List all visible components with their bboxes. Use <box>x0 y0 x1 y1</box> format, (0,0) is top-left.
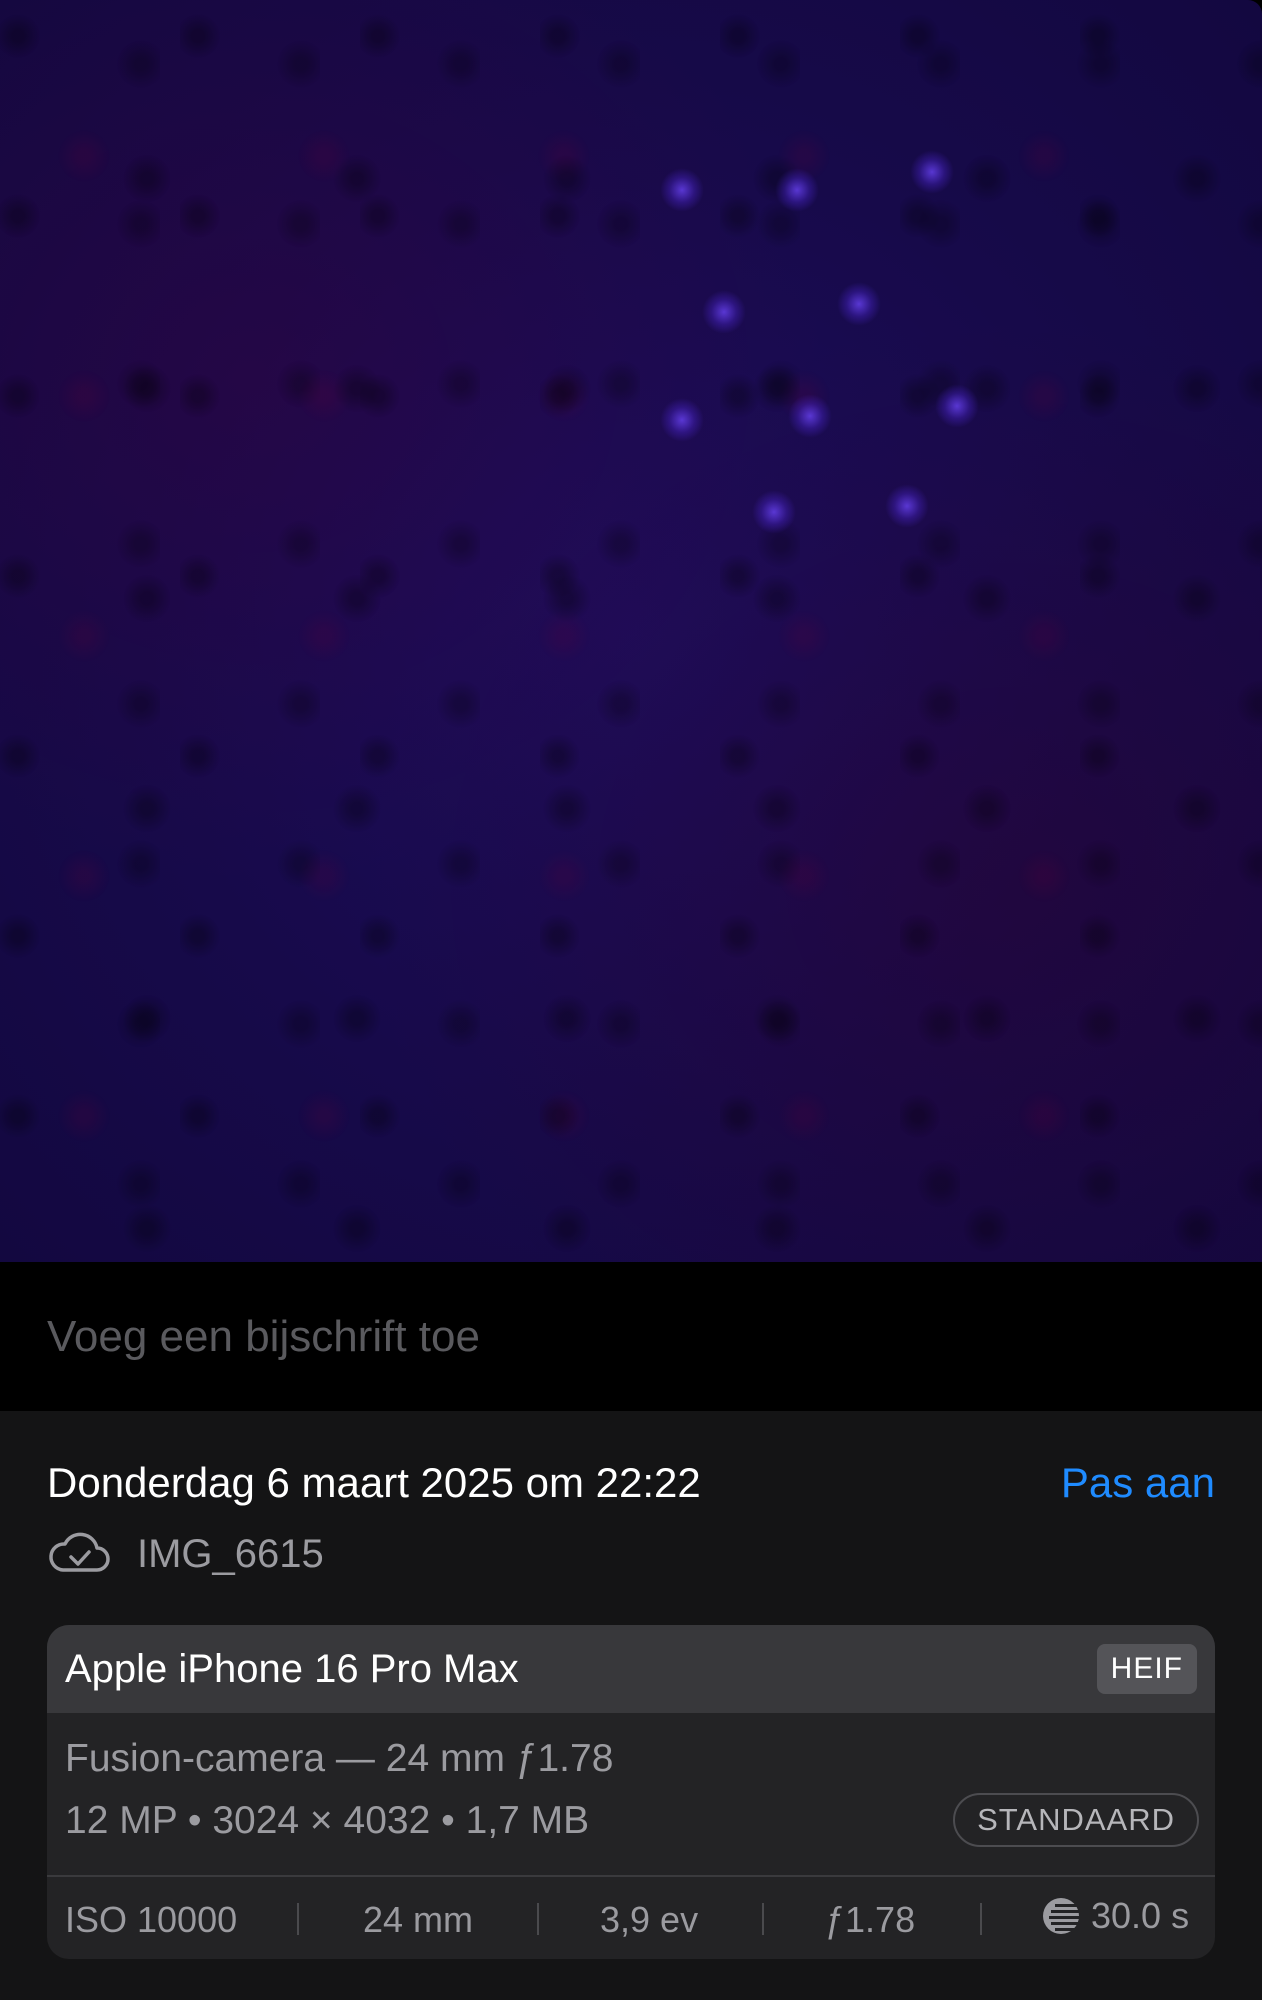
exif-focal-length: 24 mm <box>363 1899 474 1940</box>
info-panel: Donderdag 6 maart 2025 om 22:22 Pas aan … <box>0 1411 1262 2000</box>
device-name: Apple iPhone 16 Pro Max <box>65 1646 519 1691</box>
photo-texture <box>0 0 1262 1262</box>
caption-input[interactable] <box>47 1312 1217 1362</box>
file-row: IMG_6615 <box>47 1527 324 1581</box>
light-dot <box>752 490 796 534</box>
icloud-check-icon <box>49 1532 110 1572</box>
camera-info-card: Apple iPhone 16 Pro Max HEIF Fusion-came… <box>47 1625 1215 1959</box>
capture-date: Donderdag 6 maart 2025 om 22:22 <box>47 1459 701 1506</box>
light-dot <box>775 168 819 212</box>
exif-exposure-value: 3,9 ev <box>600 1899 699 1940</box>
light-dot <box>660 168 704 212</box>
exif-shutter: 30.0 s <box>1041 1895 1189 1937</box>
exif-divider <box>537 1903 539 1935</box>
photo-view[interactable] <box>0 0 1262 1262</box>
exif-divider <box>980 1903 982 1935</box>
exif-divider <box>762 1903 764 1935</box>
camera-card-details: Fusion-camera — 24 mm ƒ1.78 12 MP • 3024… <box>47 1713 1215 1877</box>
adjust-date-button[interactable]: Pas aan <box>1061 1459 1215 1507</box>
light-dot <box>660 398 704 442</box>
light-dot <box>935 384 979 428</box>
photographic-style-badge[interactable]: STANDAARD <box>953 1793 1199 1847</box>
light-dot <box>837 282 881 326</box>
exif-divider <box>297 1903 299 1935</box>
caption-area <box>0 1262 1262 1411</box>
lens-info: Fusion-camera — 24 mm ƒ1.78 <box>65 1737 614 1780</box>
exif-aperture: ƒ1.78 <box>825 1899 916 1940</box>
shutter-speed-icon <box>1043 1898 1079 1934</box>
format-badge: HEIF <box>1096 1644 1197 1694</box>
light-dot <box>910 150 954 194</box>
light-dot <box>885 484 929 528</box>
file-name: IMG_6615 <box>137 1531 324 1576</box>
exif-iso: ISO 10000 <box>65 1899 238 1940</box>
camera-card-header: Apple iPhone 16 Pro Max HEIF <box>47 1625 1215 1713</box>
light-dot <box>702 290 746 334</box>
exif-row: ISO 10000 24 mm 3,9 ev ƒ1.78 30.0 s <box>47 1877 1215 1959</box>
light-dot <box>788 394 832 438</box>
image-specs: 12 MP • 3024 × 4032 • 1,7 MB <box>65 1799 590 1842</box>
shutter-speed-value: 30.0 s <box>1091 1895 1190 1936</box>
